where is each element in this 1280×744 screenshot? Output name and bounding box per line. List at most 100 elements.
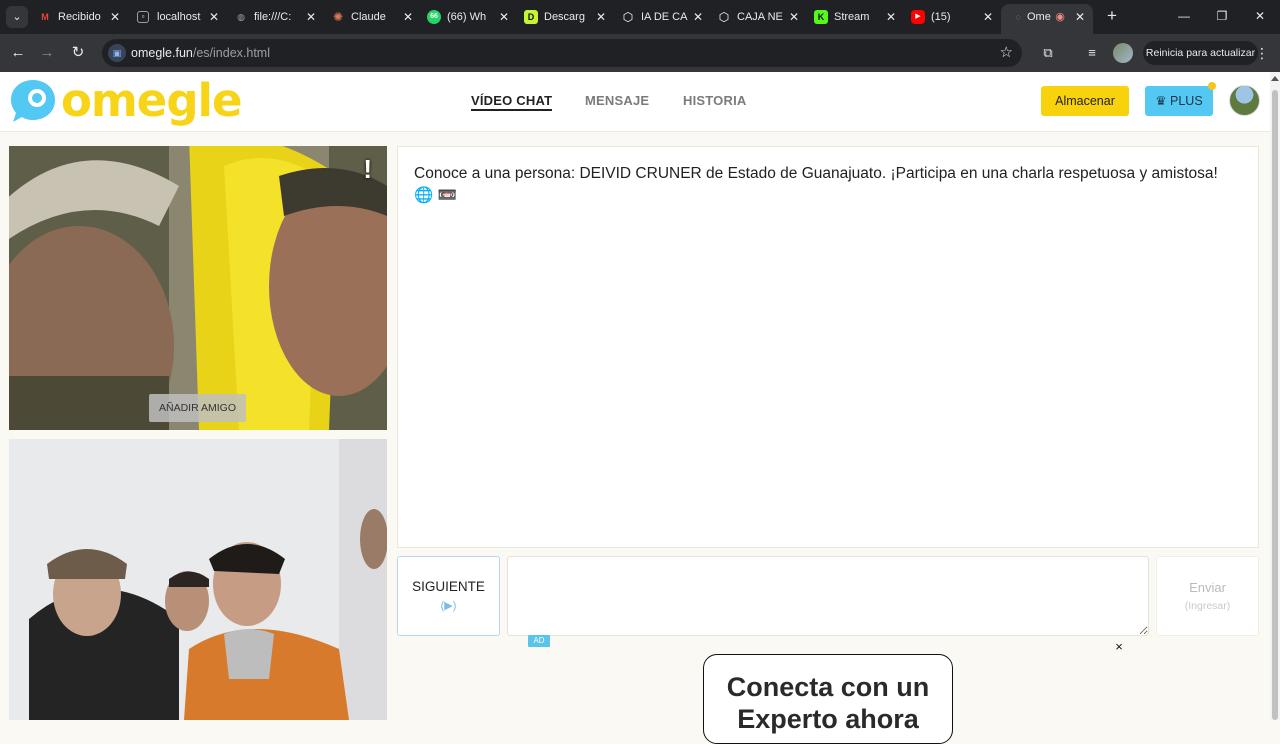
close-icon[interactable]: ✕ [1073, 4, 1087, 30]
close-icon[interactable]: ✕ [497, 4, 511, 30]
ad-banner[interactable]: Conecta con un Experto ahora [703, 654, 953, 744]
close-icon[interactable]: ✕ [401, 4, 415, 30]
site-header: omegle VÍDEO CHAT MENSAJE HISTORIA Almac… [0, 72, 1270, 132]
send-shortcut-hint: (Ingresar) [1184, 600, 1231, 612]
browser-tab[interactable]: 66 (66) Wh ✕ [427, 4, 511, 30]
ad-badge: AD [528, 635, 550, 647]
message-input[interactable] [507, 556, 1149, 636]
omegle-icon: ◌ [1015, 12, 1021, 22]
kick-icon: K [814, 10, 828, 24]
media-control-icon[interactable]: ≡ [1082, 43, 1102, 63]
send-label: Enviar [1189, 580, 1226, 595]
globe-icon: ◍ [237, 12, 245, 22]
openai-icon: ⬡ [622, 10, 634, 24]
tab-title: localhost [157, 11, 201, 23]
add-friend-button[interactable]: AÑADIR AMIGO [149, 394, 246, 422]
send-button[interactable]: Enviar (Ingresar) [1156, 556, 1259, 636]
notification-dot [1208, 82, 1216, 90]
close-icon[interactable]: ✕ [108, 4, 122, 30]
claude-icon: ✺ [332, 10, 344, 24]
close-icon[interactable]: ✕ [594, 4, 608, 30]
localhost-icon: ▫ [137, 11, 149, 23]
browser-tab[interactable]: K Stream ✕ [814, 4, 898, 30]
next-shortcut-hint: (▶) [440, 600, 457, 612]
scrollbar-thumb[interactable] [1272, 90, 1278, 720]
youtube-icon: ▶ [911, 10, 925, 24]
store-button[interactable]: Almacenar [1041, 86, 1129, 116]
gmail-icon: M [41, 12, 49, 22]
local-video-feed [9, 439, 387, 720]
reload-icon[interactable]: ↻ [67, 42, 89, 64]
browser-tab[interactable]: ▫ localhost ✕ [137, 4, 221, 30]
ad-headline: Conecta con un Experto ahora [726, 672, 930, 734]
tab-title: file:///C: [254, 11, 292, 23]
update-button[interactable]: Reinicia para actualizar [1143, 41, 1258, 65]
browser-tab[interactable]: ◍ file:///C: ✕ [234, 4, 318, 30]
user-avatar[interactable] [1229, 85, 1260, 116]
close-icon[interactable]: ✕ [787, 4, 801, 30]
browser-tab-active[interactable]: ◌ Ome ◉ ✕ [1001, 4, 1093, 34]
omegle-logo-icon[interactable] [9, 78, 57, 124]
scroll-up-icon[interactable] [1271, 76, 1279, 81]
recording-icon: ◉ [1055, 11, 1065, 23]
close-icon[interactable]: ✕ [207, 4, 221, 30]
browser-tabstrip: ⌄ M Recibido ✕ ▫ localhost ✕ ◍ file:///C… [0, 0, 1280, 34]
url-path: /es/index.html [192, 46, 270, 60]
system-message: Conoce a una persona: DEIVID CRUNER de E… [414, 165, 1218, 204]
chat-log: Conoce a una persona: DEIVID CRUNER de E… [397, 146, 1259, 548]
profile-avatar[interactable] [1113, 43, 1133, 63]
tab-search-button[interactable]: ⌄ [6, 6, 28, 28]
whatsapp-icon: 66 [427, 10, 441, 24]
close-icon[interactable]: ✕ [884, 4, 898, 30]
next-label: SIGUIENTE [412, 579, 485, 594]
tab-title: Stream [834, 11, 870, 23]
browser-tab[interactable]: ✺ Claude ✕ [331, 4, 415, 30]
nav-history[interactable]: HISTORIA [683, 93, 746, 108]
nav-message[interactable]: MENSAJE [585, 93, 649, 108]
bookmark-star-icon[interactable]: ☆ [1000, 43, 1013, 63]
plus-label: PLUS [1170, 94, 1203, 108]
tab-title: CAJA NE [737, 11, 783, 23]
address-bar[interactable]: ▣ omegle.fun/es/index.html ☆ [102, 39, 1022, 67]
browser-tab[interactable]: ⬡ IA DE CA ✕ [621, 4, 705, 30]
close-icon[interactable]: ✕ [981, 4, 995, 30]
tab-title: IA DE CA [641, 11, 688, 23]
restore-icon[interactable]: ❐ [1211, 6, 1233, 26]
plus-button[interactable]: ♛ PLUS [1145, 86, 1213, 116]
close-icon[interactable]: ✕ [691, 4, 705, 30]
back-icon[interactable]: ← [7, 42, 29, 64]
remote-video-feed [9, 146, 387, 430]
browser-tab[interactable]: ⬡ CAJA NE ✕ [717, 4, 801, 30]
openai-icon: ⬡ [718, 10, 730, 24]
tab-title: (15) [931, 11, 951, 23]
crown-icon: ♛ [1155, 94, 1167, 108]
tab-title: (66) Wh [447, 11, 487, 23]
url-host: omegle.fun [131, 46, 193, 60]
tab-title: Recibido [58, 11, 101, 23]
close-icon[interactable]: ✕ [304, 4, 318, 30]
next-button[interactable]: SIGUIENTE (▶) [397, 556, 500, 636]
report-icon[interactable]: ! [363, 154, 372, 184]
logo-wordmark[interactable]: omegle [61, 75, 242, 127]
browser-tab[interactable]: D Descarg ✕ [524, 4, 608, 30]
browser-tab[interactable]: ▶ (15) ✕ [911, 4, 995, 30]
extensions-icon[interactable]: ⧉ [1038, 43, 1058, 63]
tab-title: Descarg [544, 11, 585, 23]
nav-video-chat[interactable]: VÍDEO CHAT [471, 93, 553, 111]
ad-close-icon[interactable]: × [1112, 640, 1126, 654]
browser-toolbar: ← → ↻ ▣ omegle.fun/es/index.html ☆ ⧉ ≡ R… [0, 34, 1280, 72]
window-close-icon[interactable]: ✕ [1249, 6, 1271, 26]
local-video [9, 439, 387, 720]
remote-video: ! AÑADIR AMIGO [9, 146, 387, 430]
d-icon: D [524, 10, 538, 24]
page-scrollbar[interactable] [1270, 72, 1280, 720]
minimize-icon[interactable]: — [1173, 6, 1195, 26]
browser-menu-icon[interactable]: ⋮ [1255, 42, 1269, 64]
tab-title: Ome [1027, 11, 1051, 23]
tab-title: Claude [351, 11, 386, 23]
new-tab-icon[interactable]: + [1102, 6, 1122, 26]
site-info-icon[interactable]: ▣ [108, 44, 126, 62]
forward-icon[interactable]: → [36, 42, 58, 64]
url-text[interactable]: omegle.fun/es/index.html [131, 39, 270, 67]
browser-tab[interactable]: M Recibido ✕ [38, 4, 122, 30]
